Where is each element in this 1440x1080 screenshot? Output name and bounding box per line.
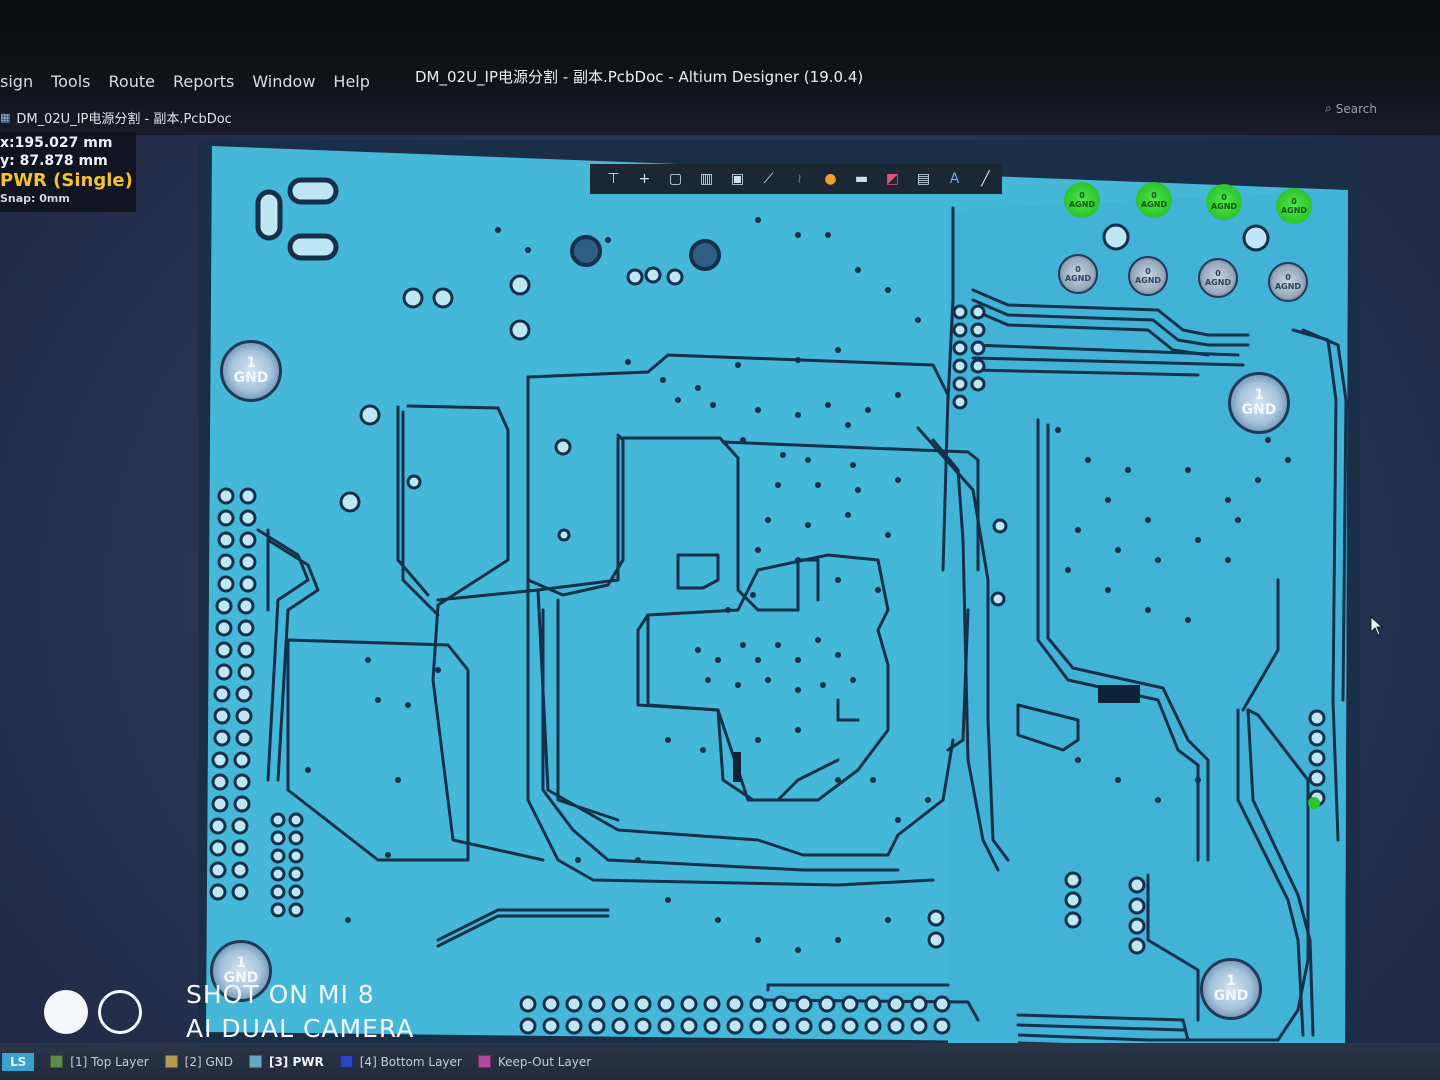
agnd-net-label: AGND — [1280, 206, 1308, 215]
agnd-pad-4[interactable]: 0 AGND — [1268, 262, 1308, 302]
agnd-via-1[interactable]: 0 AGND — [1064, 182, 1100, 218]
watermark-text: SHOT ON MI 8 AI DUAL CAMERA — [186, 978, 414, 1046]
line-icon[interactable]: ╱ — [970, 166, 1001, 192]
active-bar: ⊤ + ▢ ▥ ▣ ⟋ ≀ ● ▬ ◩ ▤ A ╱ — [590, 164, 1002, 194]
layer-color-swatch — [164, 1055, 178, 1068]
agnd-net-label: AGND — [1068, 200, 1096, 209]
region-icon[interactable]: ◩ — [877, 166, 908, 192]
watermark-line-2: AI DUAL CAMERA — [186, 1014, 415, 1043]
gnd-net-label: GND — [233, 370, 269, 386]
pcb-canvas[interactable]: 0 AGND 0 AGND 0 AGND 0 AGND 0 AGND 0 AGN… — [198, 140, 1360, 1055]
document-tab[interactable]: ▦ DM_02U_IP电源分割 - 副本.PcbDoc — [0, 108, 232, 127]
chart-icon[interactable]: ▤ — [908, 166, 939, 192]
route-icon[interactable]: ⟋ — [753, 166, 784, 192]
search-icon: ⌕ — [1325, 101, 1332, 115]
layer-color-swatch — [477, 1055, 491, 1068]
layer-tab-top[interactable]: [1] Top Layer — [50, 1054, 149, 1069]
agnd-pin-label: 0 — [1285, 273, 1291, 282]
agnd-pin-label: 0 — [1221, 193, 1227, 202]
fill-icon[interactable]: ▬ — [846, 166, 877, 192]
agnd-via-4[interactable]: 0 AGND — [1276, 188, 1312, 224]
filter-icon[interactable]: ⊤ — [598, 166, 629, 192]
menu-help[interactable]: Help — [324, 66, 378, 100]
select-rect-icon[interactable]: ▢ — [660, 166, 691, 192]
hud-y-coordinate: y: 87.878 mm — [0, 153, 108, 169]
agnd-pin-label: 0 — [1079, 191, 1085, 200]
gnd-pin-label: 1 — [246, 355, 256, 371]
mouse-cursor-icon — [1370, 616, 1384, 636]
agnd-pad-3[interactable]: 0 AGND — [1198, 258, 1238, 298]
agnd-pad-2[interactable]: 0 AGND — [1128, 256, 1168, 296]
watermark-ring-dot-icon — [98, 990, 142, 1034]
agnd-pad-1[interactable]: 0 AGND — [1058, 254, 1098, 294]
layer-tab-keepout[interactable]: Keep-Out Layer — [477, 1054, 592, 1069]
gnd-net-label: GND — [1213, 988, 1249, 1004]
watermark-solid-dot-icon — [44, 990, 88, 1034]
layer-tab-label: [4] Bottom Layer — [359, 1054, 462, 1069]
ic-block — [1098, 685, 1140, 703]
hud-x-coordinate: x:195.027 mm — [0, 135, 113, 151]
hud-current-layer: PWR (Single) — [0, 170, 133, 191]
agnd-net-label: AGND — [1134, 276, 1162, 285]
agnd-net-label: AGND — [1140, 200, 1168, 209]
layer-tabs-bar: LS [1] Top Layer [2] GND [3] PWR [4] Bot… — [0, 1043, 1440, 1080]
agnd-pin-label: 0 — [1291, 197, 1297, 206]
layer-color-swatch — [248, 1055, 262, 1068]
layer-color-swatch — [50, 1055, 64, 1068]
gnd-pin-label: 1 — [1226, 973, 1236, 989]
watermark-line-1: SHOT ON MI 8 — [186, 980, 375, 1009]
search-box[interactable]: ⌕ Search — [1325, 101, 1377, 116]
gnd-pin-label: 1 — [236, 955, 246, 971]
document-tab-label: DM_02U_IP电源分割 - 副本.PcbDoc — [16, 112, 232, 127]
pin-icon[interactable]: ● — [815, 166, 846, 192]
window-title: DM_02U_IP电源分割 - 副本.PcbDoc - Altium Desig… — [415, 68, 864, 86]
agnd-via-2[interactable]: 0 AGND — [1136, 182, 1172, 218]
agnd-pin-label: 0 — [1075, 265, 1081, 274]
gnd-net-label: GND — [1241, 402, 1277, 418]
layer-tab-bottom[interactable]: [4] Bottom Layer — [339, 1054, 462, 1069]
pcb-document-icon: ▦ — [0, 111, 11, 124]
hud-snap: Snap: 0mm — [0, 192, 70, 205]
gnd-mount-top-left[interactable]: 1 GND — [220, 340, 282, 402]
layer-tab-gnd[interactable]: [2] GND — [164, 1054, 233, 1069]
agnd-pin-label: 0 — [1215, 269, 1221, 278]
agnd-net-label: AGND — [1210, 202, 1238, 211]
pcb-plane-drawing — [206, 146, 1348, 1049]
gnd-mount-bottom-right[interactable]: 1 GND — [1200, 958, 1262, 1020]
layer-tab-label: [3] PWR — [268, 1054, 324, 1069]
layer-color-swatch — [339, 1055, 353, 1068]
add-icon[interactable]: + — [629, 166, 660, 192]
camera-watermark: SHOT ON MI 8 AI DUAL CAMERA — [44, 978, 414, 1046]
menu-bar: sign Tools Route Reports Window Help — [0, 66, 379, 100]
gnd-mount-right[interactable]: 1 GND — [1228, 372, 1290, 434]
component-icon[interactable]: ▣ — [722, 166, 753, 192]
heads-up-display: x:195.027 mm y: 87.878 mm PWR (Single) S… — [0, 132, 136, 212]
agnd-net-label: AGND — [1274, 282, 1302, 291]
title-bar: sign Tools Route Reports Window Help DM_… — [0, 0, 1440, 135]
menu-window[interactable]: Window — [243, 66, 324, 100]
align-icon[interactable]: ▥ — [691, 166, 722, 192]
cap-block — [733, 752, 741, 782]
layer-tab-label: [2] GND — [184, 1054, 233, 1069]
menu-reports[interactable]: Reports — [164, 66, 243, 100]
test-point — [1308, 797, 1320, 809]
layer-tab-label: Keep-Out Layer — [497, 1054, 592, 1069]
agnd-net-label: AGND — [1204, 278, 1232, 287]
layer-set-button[interactable]: LS — [2, 1052, 35, 1071]
agnd-pin-label: 0 — [1151, 191, 1157, 200]
menu-tools[interactable]: Tools — [42, 66, 99, 100]
menu-route[interactable]: Route — [100, 66, 164, 100]
menu-design[interactable]: sign — [0, 66, 42, 100]
gnd-pin-label: 1 — [1254, 387, 1264, 403]
diff-pair-icon[interactable]: ≀ — [784, 166, 815, 192]
text-icon[interactable]: A — [939, 166, 970, 192]
search-label: Search — [1335, 101, 1377, 116]
agnd-net-label: AGND — [1064, 274, 1092, 283]
agnd-pin-label: 0 — [1145, 267, 1151, 276]
layer-tab-label: [1] Top Layer — [70, 1054, 149, 1069]
agnd-via-3[interactable]: 0 AGND — [1206, 184, 1242, 220]
layer-tab-pwr[interactable]: [3] PWR — [248, 1054, 324, 1069]
